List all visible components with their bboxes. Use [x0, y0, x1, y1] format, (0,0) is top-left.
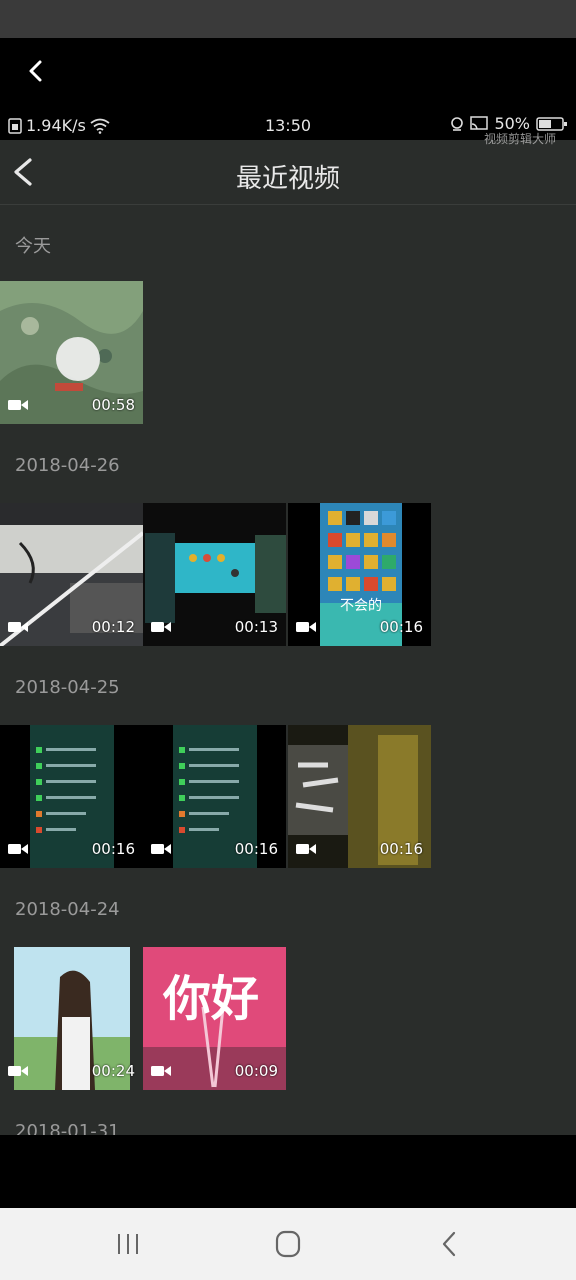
- video-duration: 00:12: [91, 618, 135, 636]
- video-thumbnail[interactable]: 00:13: [143, 503, 286, 646]
- video-camera-icon: [151, 844, 171, 854]
- video-duration: 00:24: [91, 1062, 135, 1080]
- recent-apps-icon[interactable]: [108, 1228, 148, 1260]
- back-nav-icon[interactable]: [430, 1228, 470, 1260]
- page-title: 最近视频: [235, 164, 340, 194]
- video-thumbnail[interactable]: 00:16: [0, 725, 143, 868]
- video-duration: 00:09: [234, 1062, 278, 1080]
- video-camera-icon: [151, 622, 171, 632]
- video-camera-icon: [296, 844, 316, 854]
- player-header: [0, 38, 576, 108]
- back-icon[interactable]: [22, 54, 50, 88]
- video-camera-icon: [8, 400, 28, 410]
- app-header: 最近视频: [0, 140, 576, 205]
- video-camera-icon: [296, 622, 316, 632]
- video-thumbnail[interactable]: 00:16: [288, 725, 431, 868]
- video-thumbnail[interactable]: 你好 00:09: [143, 947, 286, 1090]
- recorded-screen: 1.94K/s 13:50 50% 视频剪辑大师 最近视频 今天 00:58 2…: [0, 108, 576, 1135]
- video-thumbnail[interactable]: 00:58: [0, 281, 143, 424]
- thumbnail-caption: 你好: [163, 971, 260, 1027]
- video-duration: 00:16: [379, 840, 423, 858]
- video-camera-icon: [8, 1066, 28, 1076]
- video-thumbnail[interactable]: 00:12: [0, 503, 143, 646]
- video-duration: 00:16: [379, 618, 423, 636]
- section-label: 2018-04-25: [15, 677, 120, 698]
- video-duration: 00:58: [91, 396, 135, 414]
- video-camera-icon: [8, 622, 28, 632]
- top-gray-bar: [0, 0, 576, 38]
- section-label: 2018-01-31: [15, 1121, 120, 1135]
- video-thumbnail[interactable]: 00:24: [0, 947, 143, 1090]
- alarm-icon: [451, 116, 464, 131]
- video-duration: 00:16: [91, 840, 135, 858]
- video-duration: 00:16: [234, 840, 278, 858]
- section-label: 2018-04-26: [15, 455, 120, 476]
- home-icon[interactable]: [268, 1228, 308, 1260]
- video-thumbnail[interactable]: 不会的 00:16: [288, 503, 431, 646]
- video-camera-icon: [8, 844, 28, 854]
- thumbnail-caption: 不会的: [340, 598, 382, 614]
- section-label: 今天: [15, 236, 51, 257]
- video-duration: 00:13: [234, 618, 278, 636]
- video-thumbnail[interactable]: 00:16: [143, 725, 286, 868]
- section-label: 2018-04-24: [15, 899, 120, 920]
- status-bar: 1.94K/s 13:50 50% 视频剪辑大师: [0, 108, 576, 146]
- system-nav-bar: [0, 1208, 576, 1280]
- video-camera-icon: [151, 1066, 171, 1076]
